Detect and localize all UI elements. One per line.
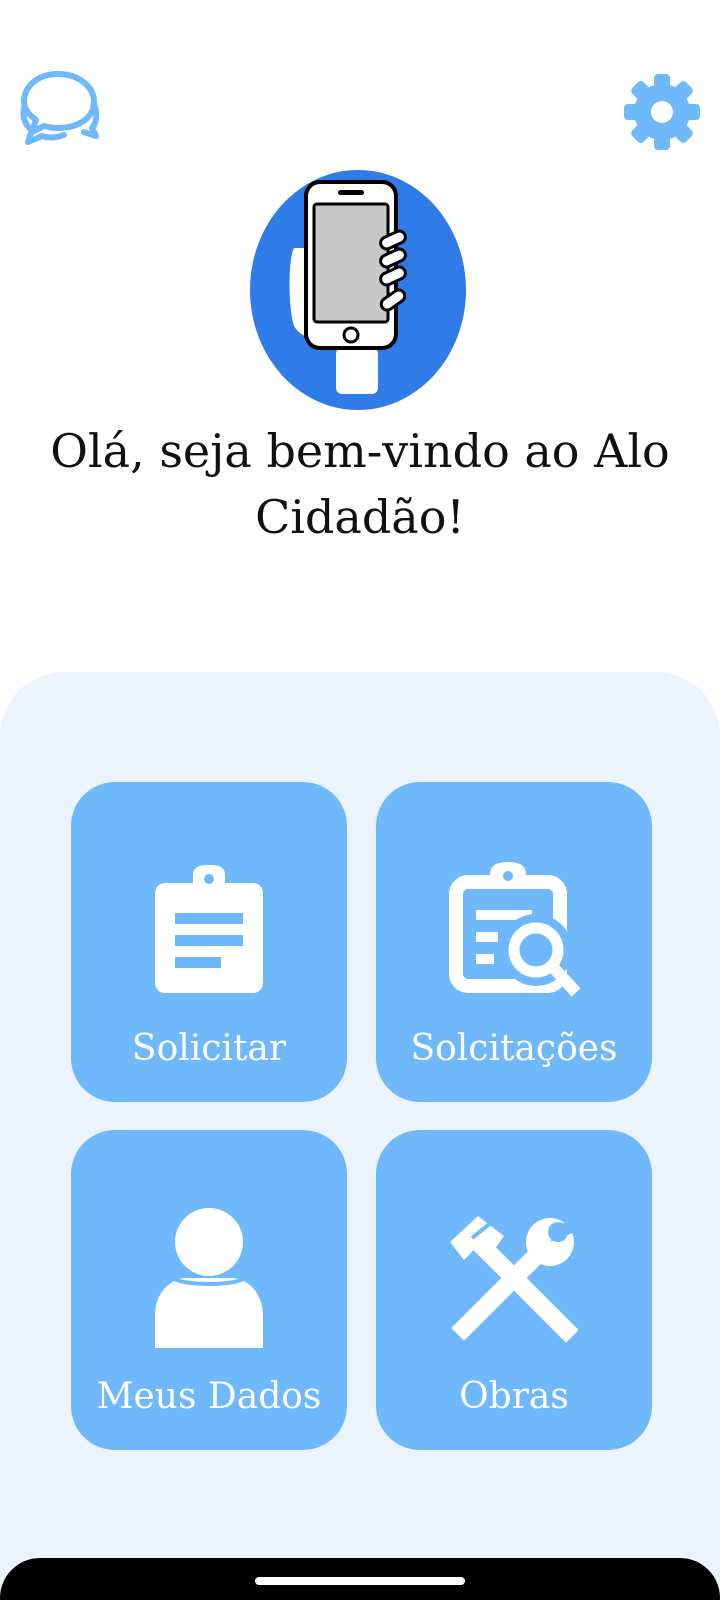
obras-button[interactable]: Obras [376,1130,652,1450]
settings-button[interactable] [620,70,704,154]
clipboard-search-icon [449,862,581,997]
tools-icon [450,1216,580,1343]
obras-label: Obras [459,1376,569,1417]
meus-dados-label: Meus Dados [96,1376,322,1417]
meus-dados-button[interactable]: Meus Dados [71,1130,347,1450]
home-indicator[interactable] [255,1577,465,1585]
gear-icon [624,74,700,150]
hero-illustration [248,168,468,412]
solicitar-label: Solicitar [131,1028,287,1069]
solicitacoes-label: Solcitações [410,1028,618,1069]
solicitar-button[interactable]: Solicitar [71,782,347,1102]
top-bar [0,0,720,170]
user-icon [155,1208,263,1348]
welcome-line-2: Cidadão! [255,490,465,544]
hand-holding-phone-icon [250,170,466,410]
chat-button[interactable] [18,66,100,148]
clipboard-icon [155,865,263,993]
solicitacoes-button[interactable]: Solcitações [376,782,652,1102]
chat-bubbles-icon [20,71,100,145]
welcome-message: Olá, seja bem-vindo ao Alo Cidadão! [20,418,700,550]
welcome-line-1: Olá, seja bem-vindo ao Alo [50,424,670,478]
